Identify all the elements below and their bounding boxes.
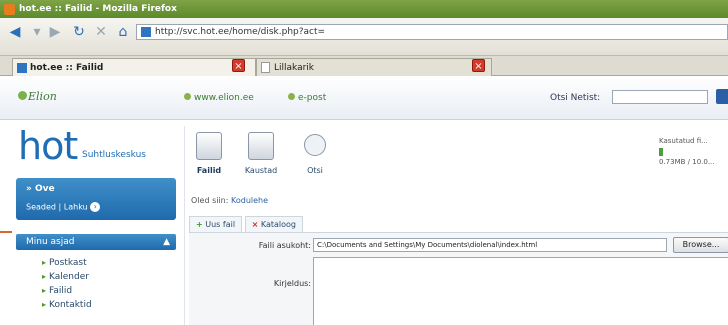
menu-item-postkast[interactable]: ▸ Postkast: [42, 256, 92, 270]
file-icon: [196, 132, 222, 160]
search-button[interactable]: [716, 89, 728, 104]
user-box: » Ove Seaded | Lahku ›: [16, 178, 176, 220]
user-links[interactable]: Seaded | Lahku ›: [26, 202, 101, 212]
menu-item-kalender[interactable]: ▸ Kalender: [42, 270, 92, 284]
tab-kataloog[interactable]: × Kataloog: [244, 216, 303, 232]
description-label: Kirjeldus:: [273, 279, 311, 288]
menu-header[interactable]: Minu asjad ▲: [16, 234, 176, 250]
description-textarea[interactable]: [313, 257, 728, 325]
hot-logo[interactable]: hot: [18, 124, 78, 168]
usage-bar: [659, 148, 663, 156]
stop-icon[interactable]: ✕: [92, 23, 110, 41]
tab-close-icon[interactable]: ×: [232, 59, 245, 72]
hot-favicon-icon: [17, 62, 27, 73]
subtabs: + Uus fail × Kataloog: [189, 216, 303, 232]
arrow-icon: ▸: [42, 300, 47, 309]
disk-usage: Kasutatud fi... 0.73MB / 10.0...: [659, 137, 715, 166]
menu-item-kontaktid[interactable]: ▸ Kontaktid: [42, 298, 92, 312]
sidebar: hot Suhtluskeskus » Ove Seaded | Lahku ›…: [12, 120, 176, 325]
hot-logo-subtitle: Suhtluskeskus: [82, 150, 146, 160]
toolbar-failid[interactable]: Failid: [189, 132, 229, 175]
home-icon[interactable]: ⌂: [114, 23, 132, 41]
menu-list: ▸ Postkast ▸ Kalender ▸ Failid ▸ Kontaktid: [42, 256, 92, 312]
search-input[interactable]: [612, 90, 708, 104]
window-title: hot.ee :: Failid - Mozilla Firefox: [19, 4, 177, 14]
plus-icon: +: [196, 220, 203, 229]
tab-bar: hot.ee :: Failid × Lillakarik ×: [0, 56, 728, 76]
browse-button[interactable]: Browse...: [673, 237, 728, 253]
elion-logo[interactable]: Elion: [18, 90, 57, 103]
tab-label: hot.ee :: Failid: [30, 62, 104, 73]
url-text: http://svc.hot.ee/home/disk.php?act=: [155, 27, 326, 37]
user-name: » Ove: [26, 184, 55, 194]
chevron-up-icon[interactable]: ▲: [163, 234, 170, 250]
tab-lillakarik[interactable]: Lillakarik: [256, 58, 492, 76]
link-elion[interactable]: www.elion.ee: [184, 93, 254, 103]
window-titlebar: hot.ee :: Failid - Mozilla Firefox: [0, 0, 728, 18]
arrow-icon: ▸: [42, 272, 47, 281]
back-arrow-icon[interactable]: ◀: [6, 23, 24, 41]
document-icon: [261, 62, 270, 73]
main-panel: Failid Kaustad Otsi Kasutatud fi... 0.73…: [184, 126, 728, 325]
elion-logo-icon: [18, 91, 27, 100]
firefox-icon: [4, 3, 15, 15]
green-dot-icon: [288, 93, 295, 100]
magnifier-icon: [304, 134, 326, 156]
page-content: hot Suhtluskeskus » Ove Seaded | Lahku ›…: [0, 120, 728, 325]
search-label: Otsi Netist:: [550, 93, 601, 103]
delete-icon: ×: [251, 220, 259, 229]
green-dot-icon: [184, 93, 191, 100]
breadcrumb: Oled siin: Kodulehe: [191, 196, 269, 205]
divider: [0, 231, 12, 233]
forward-arrow-icon[interactable]: ▶: [46, 23, 64, 41]
arrow-icon: ▸: [42, 286, 47, 295]
breadcrumb-current[interactable]: Kodulehe: [231, 196, 268, 205]
link-epost[interactable]: e-post: [288, 93, 326, 103]
site-header: Elion www.elion.ee e-post Otsi Netist:: [0, 76, 728, 120]
dropdown-arrow-icon[interactable]: ▾: [28, 23, 46, 41]
file-label: Faili asukoht:: [258, 241, 311, 250]
folder-icon: [248, 132, 274, 160]
navigation-toolbar: ◀ ▾ ▶ ↻ ✕ ⌂ http://svc.hot.ee/home/disk.…: [0, 18, 728, 56]
tab-close-icon[interactable]: ×: [472, 59, 485, 72]
tab-hot-failid[interactable]: hot.ee :: Failid: [12, 58, 256, 76]
url-input[interactable]: http://svc.hot.ee/home/disk.php?act=: [136, 24, 728, 40]
tab-uus-fail[interactable]: + Uus fail: [189, 216, 243, 232]
arrow-icon: ▸: [42, 258, 47, 267]
menu-item-failid[interactable]: ▸ Failid: [42, 284, 92, 298]
arrow-right-icon[interactable]: ›: [90, 202, 101, 212]
site-favicon-icon: [141, 27, 151, 37]
tab-label: Lillakarik: [274, 62, 315, 73]
toolbar-otsi[interactable]: Otsi: [295, 132, 335, 175]
file-path-input[interactable]: C:\Documents and Settings\My Documents\d…: [313, 238, 667, 252]
toolbar-kaustad[interactable]: Kaustad: [241, 132, 281, 175]
reload-icon[interactable]: ↻: [70, 23, 88, 41]
upload-form: Faili asukoht: C:\Documents and Settings…: [189, 232, 728, 325]
